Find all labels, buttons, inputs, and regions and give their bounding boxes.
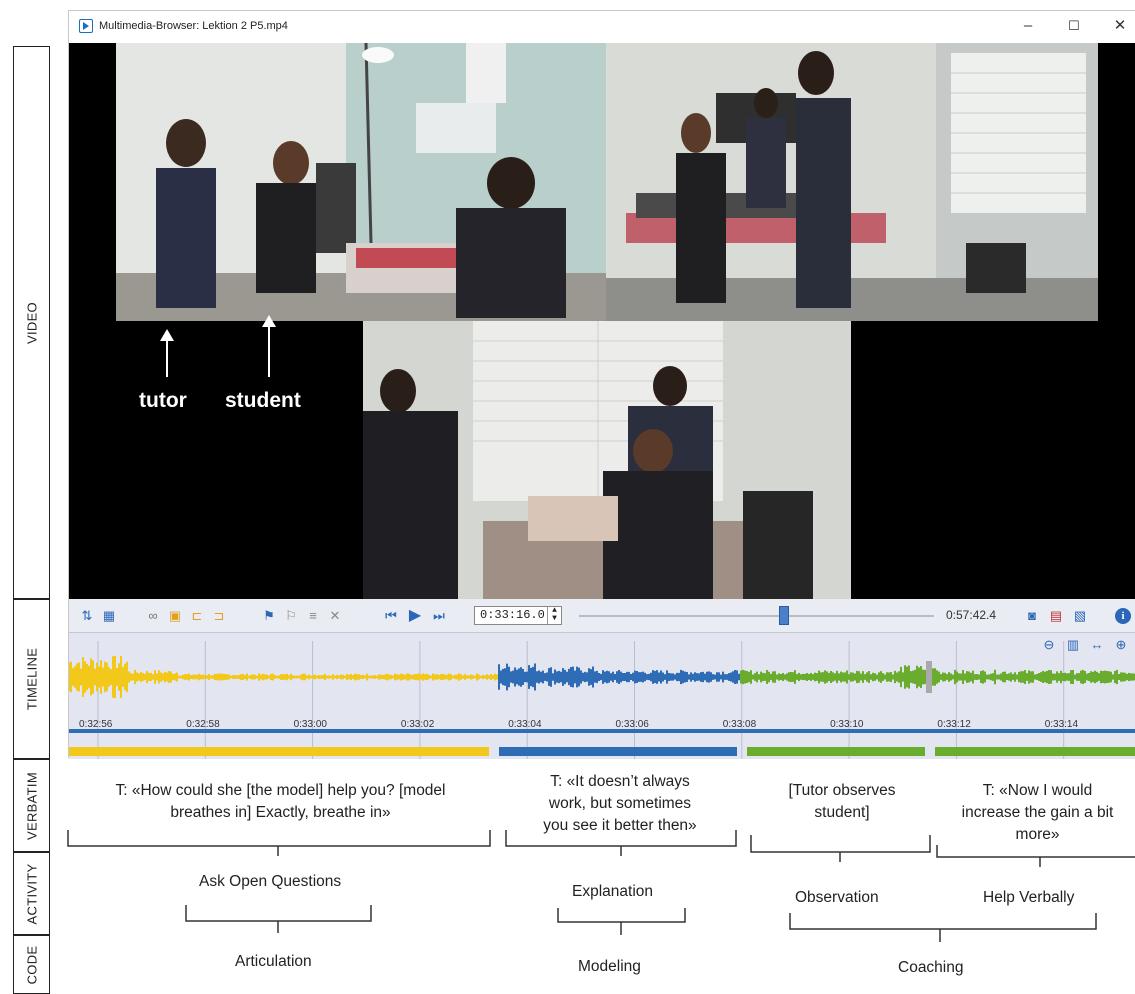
annotation-brackets: [67, 830, 1135, 942]
